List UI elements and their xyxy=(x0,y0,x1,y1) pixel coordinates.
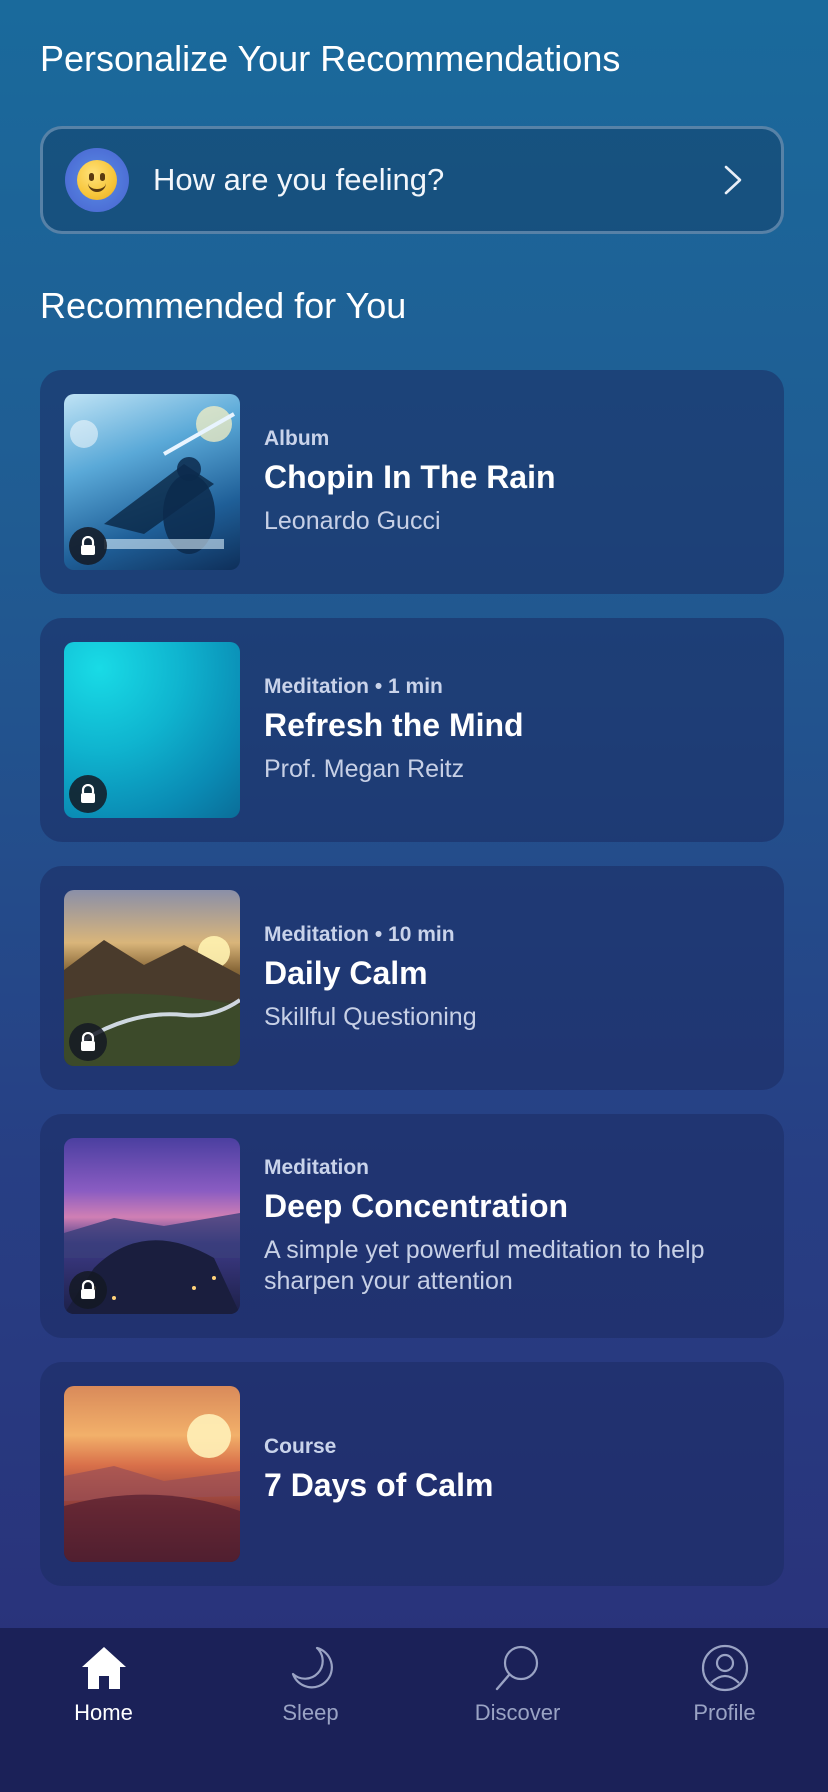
recommendation-card[interactable]: Meditation • 10 min Daily Calm Skillful … xyxy=(40,866,784,1090)
item-kind: Meditation • 10 min xyxy=(264,923,455,946)
album-artwork-piano xyxy=(64,394,240,570)
item-kind: Meditation xyxy=(264,1155,369,1179)
search-icon xyxy=(492,1642,544,1694)
tab-label: Home xyxy=(74,1700,133,1725)
home-icon xyxy=(78,1642,130,1694)
item-kind: Album xyxy=(264,427,330,450)
lock-icon xyxy=(69,1271,107,1309)
lock-icon xyxy=(69,1023,107,1061)
item-title: Refresh the Mind xyxy=(264,707,524,743)
tab-profile[interactable]: Profile xyxy=(621,1628,828,1748)
recommendation-card[interactable]: Meditation Deep Concentration A simple y… xyxy=(40,1114,784,1338)
recommendation-card[interactable]: Course 7 Days of Calm xyxy=(40,1362,784,1586)
deep-concentration-artwork xyxy=(64,1138,240,1314)
bottom-tab-bar: Home Sleep Discover Profile xyxy=(0,1628,828,1792)
item-title: Daily Calm xyxy=(264,955,428,991)
item-kind: Course xyxy=(264,1434,337,1458)
item-title: Deep Concentration xyxy=(264,1187,569,1224)
meditation-artwork-teal xyxy=(64,642,240,818)
profile-icon xyxy=(699,1642,751,1694)
chevron-right-icon xyxy=(713,160,753,200)
item-subtitle: A simple yet powerful meditation to help… xyxy=(264,1235,705,1295)
tab-sleep[interactable]: Sleep xyxy=(207,1628,414,1748)
recommendation-card[interactable]: Meditation • 1 min Refresh the Mind Prof… xyxy=(40,618,784,842)
personalize-title: Personalize Your Recommendations xyxy=(40,38,621,79)
how-are-you-feeling-button[interactable]: How are you feeling? xyxy=(40,126,784,234)
course-artwork-sunset xyxy=(64,1386,240,1562)
tab-discover[interactable]: Discover xyxy=(414,1628,621,1748)
tab-home[interactable]: Home xyxy=(0,1628,207,1748)
item-subtitle: Leonardo Gucci xyxy=(264,507,441,535)
moon-icon xyxy=(285,1642,337,1694)
tab-label: Sleep xyxy=(282,1700,339,1725)
smiley-face-icon xyxy=(65,148,129,212)
tab-label: Discover xyxy=(474,1700,561,1725)
item-subtitle: Skillful Questioning xyxy=(264,1003,477,1031)
item-title: 7 Days of Calm xyxy=(264,1466,494,1503)
item-kind: Meditation • 1 min xyxy=(264,675,443,698)
item-title: Chopin In The Rain xyxy=(264,459,556,495)
lock-icon xyxy=(69,775,107,813)
daily-calm-artwork-landscape xyxy=(64,890,240,1066)
feeling-label: How are you feeling? xyxy=(153,162,445,197)
recommended-title: Recommended for You xyxy=(40,285,407,326)
tab-label: Profile xyxy=(693,1700,756,1725)
recommendation-card[interactable]: Album Chopin In The Rain Leonardo Gucci xyxy=(40,370,784,594)
item-subtitle: Prof. Megan Reitz xyxy=(264,755,465,783)
lock-icon xyxy=(69,527,107,565)
